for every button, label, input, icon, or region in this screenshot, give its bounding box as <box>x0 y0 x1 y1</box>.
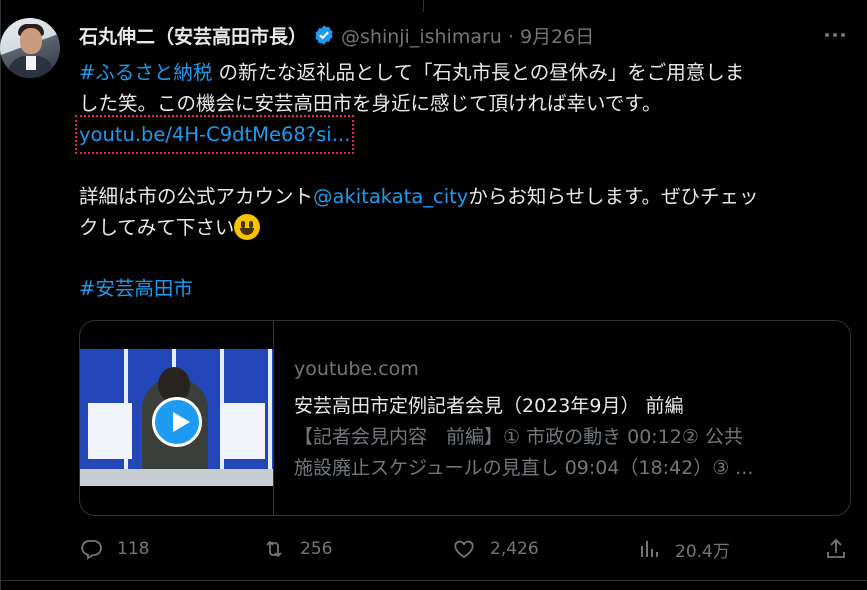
reply-icon <box>81 540 102 560</box>
avatar[interactable] <box>0 18 60 78</box>
verified-badge-icon[interactable] <box>313 24 335 46</box>
hashtag-link[interactable]: #ふるさと納税 <box>79 61 212 84</box>
reply-count: 118 <box>117 539 150 559</box>
more-options-icon[interactable] <box>822 26 848 44</box>
mention-link[interactable]: @akitakata_city <box>313 185 468 208</box>
views-chart-icon <box>641 541 658 557</box>
share-button[interactable] <box>824 534 862 564</box>
like-count: 2,426 <box>490 539 539 559</box>
action-bar: 118 256 2,426 20.4万 <box>79 534 849 564</box>
smile-emoji-icon <box>234 214 261 240</box>
share-icon <box>827 538 845 558</box>
repost-button[interactable]: 256 <box>262 534 332 564</box>
card-description-line: 施設廃止スケジュールの見直し 09:04（18:42）③ ... <box>294 457 754 479</box>
reply-button[interactable]: 118 <box>79 534 149 564</box>
card-title: 安芸高田市定例記者会見（2023年9月） 前編 <box>294 395 684 417</box>
author-handle-date[interactable]: @shinji_ishimaru · 9月26日 <box>341 22 594 49</box>
repost-count: 256 <box>300 539 333 559</box>
tweet-text-segment: クしてみて下さい <box>79 216 235 239</box>
url-link[interactable]: youtu.be/4H-C9dtMe68?si... <box>74 115 355 154</box>
card-description: 【記者会見内容 前編】① 市政の動き 00:12② 公共 施設廃止スケジュールの… <box>294 422 834 484</box>
like-button[interactable]: 2,426 <box>452 534 539 564</box>
heart-icon <box>454 540 474 559</box>
card-description-line: 【記者会見内容 前編】① 市政の動き 00:12② 公共 <box>294 426 743 448</box>
author-name[interactable]: 石丸伸二（安芸高田市長） <box>79 22 307 49</box>
video-thumbnail[interactable] <box>80 349 273 486</box>
hashtag-link[interactable]: #安芸高田市 <box>79 277 193 300</box>
tweet-text: #ふるさと納税 の新たな返礼品として「石丸市長との昼休み」をご用意しま した笑。… <box>74 57 849 304</box>
tweet-text-segment: からお知らせします。ぜひチェッ <box>468 185 759 208</box>
thread-line <box>423 0 424 12</box>
card-divider <box>273 321 274 515</box>
tweet-header: 石丸伸二（安芸高田市長） @shinji_ishimaru · 9月26日 <box>79 21 594 49</box>
tweet-bottom-border <box>0 580 867 581</box>
link-preview-card[interactable]: youtube.com 安芸高田市定例記者会見（2023年9月） 前編 【記者会… <box>79 320 851 516</box>
card-domain: youtube.com <box>294 358 419 380</box>
tweet-text-line: した笑。この機会に安芸高田市を身近に感じて頂ければ幸いです。 <box>79 92 662 115</box>
views-count: 20.4万 <box>675 541 730 562</box>
column-border <box>0 0 1 590</box>
views-button[interactable]: 20.4万 <box>637 534 730 564</box>
tweet-text-segment: 詳細は市の公式アカウント <box>79 185 314 208</box>
play-icon[interactable] <box>152 397 202 447</box>
repost-icon <box>266 540 282 558</box>
tweet-text-line: の新たな返礼品として「石丸市長との昼休み」をご用意しま <box>212 61 745 84</box>
